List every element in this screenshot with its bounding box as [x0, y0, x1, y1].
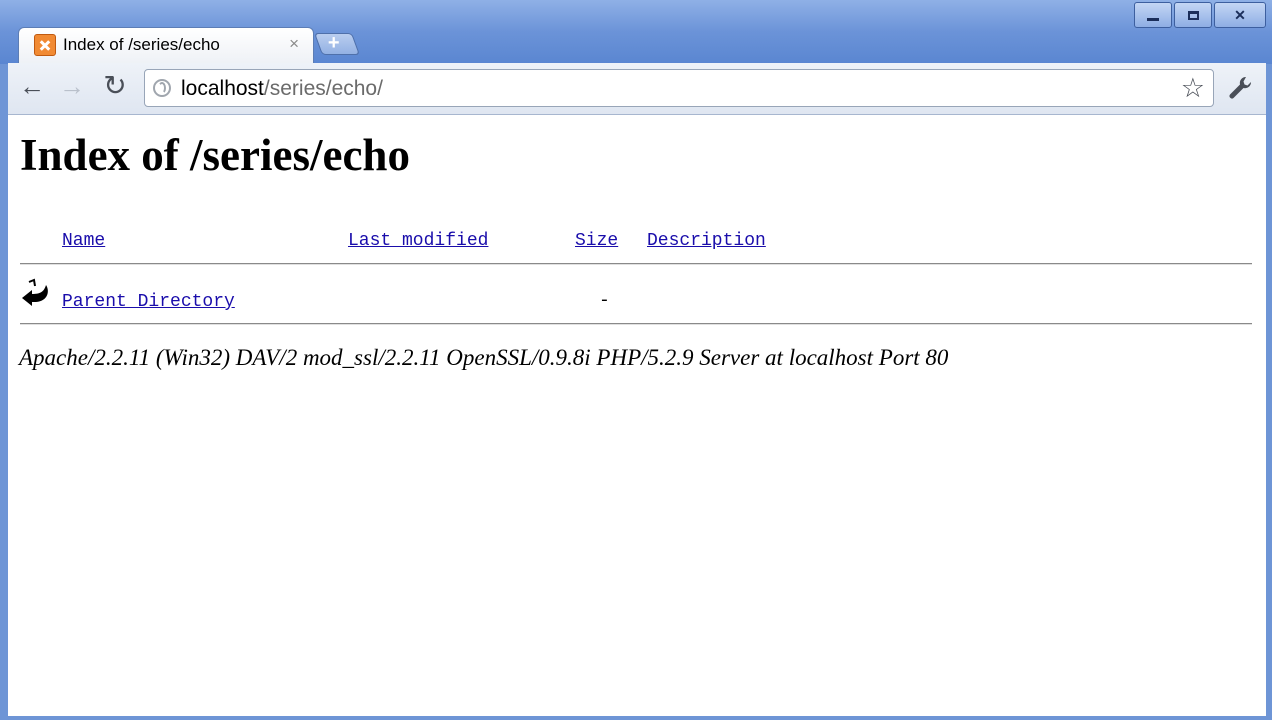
new-tab-button[interactable]: + — [313, 32, 361, 55]
maximize-button[interactable] — [1174, 2, 1212, 28]
column-header-last-modified[interactable]: Last modified — [348, 231, 488, 251]
window-controls: ✕ — [1132, 2, 1266, 28]
forward-arrow-icon[interactable]: → — [58, 73, 86, 101]
wrench-icon[interactable] — [1226, 74, 1254, 102]
column-header-size[interactable]: Size — [575, 231, 618, 251]
column-header-name[interactable]: Name — [62, 231, 105, 251]
maximize-icon — [1187, 10, 1199, 20]
close-window-button[interactable]: ✕ — [1214, 2, 1266, 28]
parent-directory-link[interactable]: Parent Directory — [62, 292, 235, 312]
back-arrow-icon[interactable]: ← — [18, 73, 46, 101]
url-host: localhost — [181, 77, 264, 100]
server-signature: Apache/2.2.11 (Win32) DAV/2 mod_ssl/2.2.… — [19, 345, 949, 370]
parent-directory-size: - — [599, 291, 610, 311]
column-header-description[interactable]: Description — [647, 231, 766, 251]
tab-index-of-series-echo[interactable]: Index of /series/echo × — [18, 27, 314, 64]
toolbar: ← → ↻ localhost/series/echo/ ☆ — [8, 63, 1266, 115]
page-globe-icon — [153, 79, 171, 97]
back-arrow-icon — [22, 278, 48, 306]
tab-title: Index of /series/echo — [63, 35, 220, 54]
xampp-favicon-icon — [34, 34, 56, 56]
url-path: /series/echo/ — [263, 77, 383, 100]
url-text[interactable]: localhost/series/echo/ — [181, 77, 383, 101]
title-bar: ✕ Index of /series/echo × + — [0, 0, 1272, 64]
address-bar[interactable]: localhost/series/echo/ ☆ — [144, 69, 1214, 107]
minimize-icon — [1147, 17, 1159, 21]
page-content: Index of /series/echo Name Last modified… — [8, 115, 1266, 716]
close-icon: ✕ — [1234, 6, 1246, 23]
reload-icon[interactable]: ↻ — [101, 72, 129, 101]
footer-divider — [20, 323, 1252, 325]
tab-close-icon[interactable]: × — [289, 34, 299, 54]
plus-icon: + — [327, 32, 340, 54]
header-divider — [20, 263, 1252, 265]
bookmark-star-icon[interactable]: ☆ — [1181, 73, 1205, 104]
page-title: Index of /series/echo — [20, 130, 410, 180]
minimize-button[interactable] — [1134, 2, 1172, 28]
browser-window: ✕ Index of /series/echo × + ← → ↻ localh… — [0, 0, 1272, 720]
